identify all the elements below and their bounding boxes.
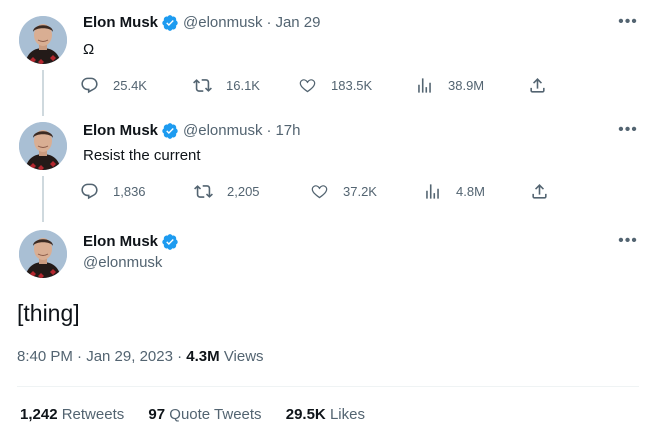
tweet-text: Ω (83, 41, 95, 58)
avatar[interactable] (19, 122, 67, 170)
tweet-header: Elon Musk @elonmusk · 17h (83, 121, 300, 141)
like-button[interactable]: 183.5K (298, 75, 372, 95)
avatar-image (19, 122, 67, 170)
reply-icon (80, 76, 99, 95)
share-button[interactable] (528, 75, 561, 95)
like-icon (298, 76, 317, 95)
retweet-button[interactable]: 2,205 (194, 181, 260, 201)
views-button[interactable]: 38.9M (415, 75, 484, 95)
tweet-actions: 1,836 2,205 37.2K 4.8M (80, 181, 560, 201)
like-button[interactable]: 37.2K (310, 181, 377, 201)
like-count: 37.2K (343, 183, 377, 199)
reply-button[interactable]: 1,836 (80, 181, 146, 201)
reply-icon (80, 182, 99, 201)
avatar-image (19, 230, 67, 278)
more-options-icon[interactable]: ••• (617, 232, 639, 252)
views-icon (423, 182, 442, 201)
reply-count: 25.4K (113, 77, 147, 93)
more-options-icon[interactable]: ••• (617, 121, 639, 141)
avatar-image (19, 16, 67, 64)
separator: · (266, 14, 272, 31)
share-icon (530, 182, 549, 201)
reply-count: 1,836 (113, 183, 146, 199)
views-count: 4.8M (456, 183, 485, 199)
verified-badge-icon (161, 233, 179, 251)
quotes-label: Quote Tweets (169, 406, 262, 423)
quotes-total: 97 (148, 406, 166, 423)
author-name[interactable]: Elon Musk (83, 232, 158, 252)
share-button[interactable] (530, 181, 563, 201)
tweet-header: Elon Musk @elonmusk · Jan 29 (83, 13, 321, 33)
retweet-count: 16.1K (226, 77, 260, 93)
views-icon (415, 76, 434, 95)
like-count: 183.5K (331, 77, 373, 93)
tweet-text: Resist the current (83, 147, 201, 164)
more-options-icon[interactable]: ••• (617, 13, 639, 33)
retweets-label: Retweets (61, 406, 125, 423)
retweet-icon (193, 76, 212, 95)
retweets-stat[interactable]: 1,242 Retweets (20, 406, 128, 423)
likes-label: Likes (329, 406, 365, 423)
likes-stat[interactable]: 29.5K Likes (286, 406, 365, 423)
author-handle[interactable]: @elonmusk (83, 254, 162, 271)
tweet-time[interactable]: Jan 29 (275, 13, 320, 33)
share-icon (528, 76, 547, 95)
quotes-stat[interactable]: 97 Quote Tweets (148, 406, 265, 423)
views-count: 38.9M (448, 77, 485, 93)
separator: · (177, 348, 183, 365)
tweet-timestamp[interactable]: 8:40 PM · Jan 29, 2023 (17, 348, 173, 365)
thread-connector (42, 176, 44, 222)
tweet-meta: 8:40 PM · Jan 29, 2023 · 4.3M Views (17, 347, 264, 367)
author-name[interactable]: Elon Musk (83, 121, 158, 141)
main-author: Elon Musk (83, 232, 183, 252)
main-tweet-text: [thing] (17, 300, 80, 326)
tweet-time[interactable]: 17h (275, 121, 300, 141)
retweet-count: 2,205 (227, 183, 260, 199)
retweet-icon (194, 182, 213, 201)
author-handle[interactable]: @elonmusk (183, 121, 262, 141)
views-label: Views (223, 348, 264, 365)
verified-badge-icon (161, 122, 179, 140)
reply-button[interactable]: 25.4K (80, 75, 147, 95)
avatar[interactable] (19, 230, 67, 278)
verified-badge-icon (161, 14, 179, 32)
separator: · (266, 122, 272, 139)
likes-total: 29.5K (285, 406, 326, 423)
tweet-actions: 25.4K 16.1K 183.5K 38.9M (80, 75, 560, 95)
retweets-total: 1,242 (20, 406, 58, 423)
author-name[interactable]: Elon Musk (83, 13, 158, 33)
like-icon (310, 182, 329, 201)
views-button[interactable]: 4.8M (423, 181, 485, 201)
author-handle[interactable]: @elonmusk (183, 13, 262, 33)
engagement-stats: 1,242 Retweets 97 Quote Tweets 29.5K Lik… (20, 405, 385, 425)
views-total: 4.3M (186, 348, 220, 365)
avatar[interactable] (19, 16, 67, 64)
thread-connector (42, 70, 44, 116)
divider (17, 386, 639, 387)
retweet-button[interactable]: 16.1K (193, 75, 260, 95)
